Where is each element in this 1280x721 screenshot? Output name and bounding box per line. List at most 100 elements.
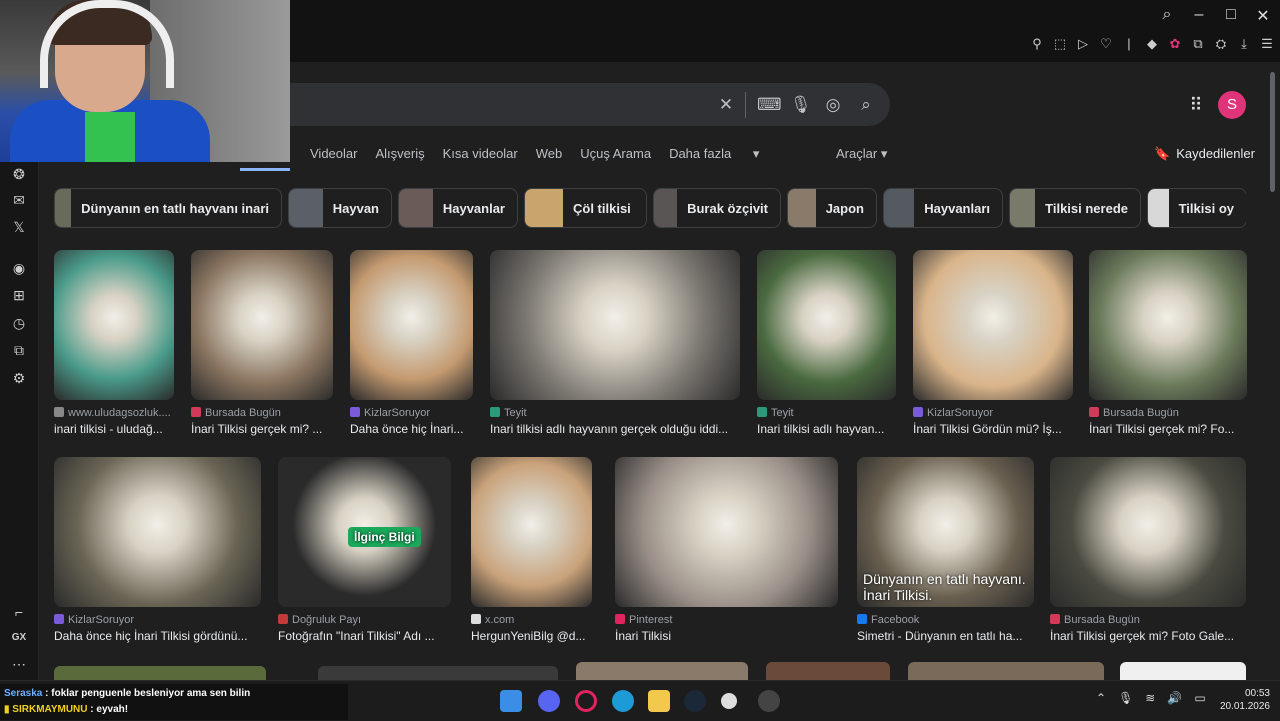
play-icon[interactable]: ▷ — [1076, 36, 1090, 52]
avatar[interactable]: S — [1218, 91, 1246, 119]
result-image[interactable] — [54, 457, 261, 607]
result-source[interactable]: Bursada Bugün — [191, 407, 333, 419]
result-image[interactable] — [1050, 457, 1246, 607]
extension-diamond-icon[interactable]: ◆ — [1145, 36, 1159, 52]
result-title[interactable]: Fotoğrafın "Inari Tilkisi" Adı ... — [278, 629, 451, 643]
partial-result-image[interactable] — [766, 662, 890, 680]
extensions-icon[interactable]: ⧉ — [9, 340, 29, 360]
image-result[interactable]: Teyit Inari tilkisi adlı hayvanın gerçek … — [490, 250, 740, 440]
edge-icon[interactable] — [612, 690, 634, 712]
result-title[interactable]: İnari Tilkisi Gördün mü? İş... — [913, 422, 1073, 436]
partial-result-image[interactable] — [318, 666, 558, 680]
related-chip[interactable]: Tilkisi oy — [1147, 188, 1246, 228]
result-title[interactable]: Daha önce hiç İnari... — [350, 422, 473, 436]
extension-pink-icon[interactable]: ✿ — [1168, 36, 1182, 52]
steam-icon[interactable] — [684, 690, 706, 712]
search-icon[interactable]: ⌕ — [856, 95, 876, 115]
lens-icon[interactable]: ◎ — [823, 95, 843, 115]
discord-icon[interactable] — [538, 690, 560, 712]
related-chip[interactable]: Çöl tilkisi — [524, 188, 647, 228]
result-source[interactable]: Doğruluk Payı — [278, 614, 451, 626]
result-source[interactable]: Teyit — [490, 407, 740, 419]
profile-icon[interactable]: ⛭ — [1214, 36, 1228, 52]
gx-corner-icon[interactable]: ⌐ — [9, 602, 29, 622]
image-result[interactable]: Dünyanın en tatlı hayvanı. İnari Tilkisi… — [857, 457, 1034, 647]
obs-icon[interactable] — [758, 690, 780, 712]
volume-icon[interactable]: 🔊 — [1167, 691, 1182, 705]
result-title[interactable]: İnari Tilkisi gerçek mi? Fo... — [1089, 422, 1247, 436]
image-result[interactable]: İlginç Bilgi Doğruluk Payı Fotoğrafın "Ina… — [278, 457, 451, 647]
messenger-icon[interactable]: ✉ — [9, 190, 29, 210]
maximize-icon[interactable]: □ — [1222, 6, 1240, 26]
partial-result-image[interactable] — [54, 666, 266, 680]
related-chip[interactable]: Hayvanları — [883, 188, 1003, 228]
close-icon[interactable]: ✕ — [1254, 6, 1272, 26]
tab-ucus-arama[interactable]: Uçuş Arama — [580, 146, 651, 162]
related-chip[interactable]: Burak özçivit — [653, 188, 781, 228]
result-image[interactable] — [615, 457, 838, 607]
microphone-icon[interactable]: 🎙 — [1118, 691, 1133, 705]
clock[interactable]: 00:53 20.01.2026 — [1214, 687, 1270, 713]
related-chip[interactable]: Dünyanın en tatlı hayvanı inari — [54, 188, 282, 228]
scrollbar-thumb[interactable] — [1270, 72, 1275, 192]
image-result[interactable]: Teyit Inari tilkisi adlı hayvan... — [757, 250, 896, 440]
related-chip[interactable]: Japon — [787, 188, 877, 228]
result-title[interactable]: Inari tilkisi adlı hayvanın gerçek olduğ… — [490, 422, 740, 436]
tools-button[interactable]: Araçlar ▾ — [836, 146, 887, 162]
heart-icon[interactable]: ♡ — [1099, 36, 1113, 52]
tab-videolar[interactable]: Videolar — [310, 146, 357, 162]
related-chip[interactable]: Tilkisi nerede — [1009, 188, 1141, 228]
search-icon[interactable]: ⌕ — [1158, 6, 1176, 26]
workspaces-icon[interactable]: ⊞ — [9, 285, 29, 305]
file-explorer-icon[interactable] — [648, 690, 670, 712]
saved-button[interactable]: 🔖 Kaydedilenler — [1154, 146, 1255, 162]
result-image[interactable] — [471, 457, 592, 607]
result-image[interactable]: Dünyanın en tatlı hayvanı. İnari Tilkisi… — [857, 457, 1034, 607]
keyboard-icon[interactable]: ⌨ — [757, 95, 782, 115]
result-source[interactable]: KizlarSoruyor — [350, 407, 473, 419]
related-chip[interactable]: Hayvanlar — [398, 188, 518, 228]
download-icon[interactable]: ⤓ — [1237, 36, 1251, 52]
result-title[interactable]: İnari Tilkisi gerçek mi? Foto Gale... — [1050, 629, 1246, 643]
result-title[interactable]: İnari Tilkisi — [615, 629, 838, 643]
gx-icon[interactable]: GX — [9, 628, 29, 648]
windows-start-icon[interactable] — [500, 690, 522, 712]
result-title[interactable]: HergunYeniBilg @d... — [471, 629, 592, 643]
tab-daha-fazla[interactable]: Daha fazla ▾ — [669, 146, 777, 162]
result-image[interactable] — [191, 250, 333, 400]
result-title[interactable]: inari tilkisi - uludağ... — [54, 422, 174, 436]
result-title[interactable]: Daha önce hiç İnari Tilkisi gördünü... — [54, 629, 261, 643]
settings-icon[interactable]: ⚙ — [9, 368, 29, 388]
partial-result-image[interactable] — [576, 662, 748, 680]
minimize-icon[interactable]: – — [1190, 6, 1208, 26]
result-source[interactable]: KizlarSoruyor — [913, 407, 1073, 419]
image-result[interactable]: Bursada Bugün İnari Tilkisi gerçek mi? Fo… — [1089, 250, 1247, 440]
image-result[interactable]: KizlarSoruyor İnari Tilkisi Gördün mü? İş… — [913, 250, 1073, 440]
result-source[interactable]: Bursada Bugün — [1089, 407, 1247, 419]
image-result[interactable]: KizlarSoruyor Daha önce hiç İnari Tilkisi… — [54, 457, 261, 647]
more-icon[interactable]: ⋯ — [9, 654, 29, 674]
result-source[interactable]: x.com — [471, 614, 592, 626]
result-image[interactable] — [350, 250, 473, 400]
result-source[interactable]: Pinterest — [615, 614, 838, 626]
image-result[interactable]: Bursada Bugün İnari Tilkisi gerçek mi? Fo… — [1050, 457, 1246, 647]
image-result[interactable]: Bursada Bugün İnari Tilkisi gerçek mi? ..… — [191, 250, 333, 440]
tab-alisveris[interactable]: Alışveriş — [375, 146, 424, 162]
result-title[interactable]: İnari Tilkisi gerçek mi? ... — [191, 422, 333, 436]
pin-icon[interactable]: ⚲ — [1030, 36, 1044, 52]
battery-icon[interactable]: ▭ — [1194, 691, 1205, 705]
result-source[interactable]: www.uludagsozluk.... — [54, 407, 174, 419]
wifi-icon[interactable]: ≋ — [1145, 691, 1155, 705]
result-image[interactable] — [490, 250, 740, 400]
image-result[interactable]: x.com HergunYeniBilg @d... — [471, 457, 592, 647]
result-title[interactable]: Inari tilkisi adlı hayvan... — [757, 422, 896, 436]
microphone-icon[interactable]: 🎙 — [790, 95, 812, 115]
result-image[interactable] — [1089, 250, 1247, 400]
partial-result-image[interactable] — [908, 662, 1104, 680]
partial-result-image[interactable] — [1120, 662, 1246, 680]
clear-icon[interactable]: ✕ — [716, 95, 736, 115]
image-result[interactable]: Pinterest İnari Tilkisi — [615, 457, 838, 647]
player-icon[interactable]: ◉ — [9, 258, 29, 278]
result-image[interactable]: İlginç Bilgi — [278, 457, 451, 607]
result-image[interactable] — [913, 250, 1073, 400]
